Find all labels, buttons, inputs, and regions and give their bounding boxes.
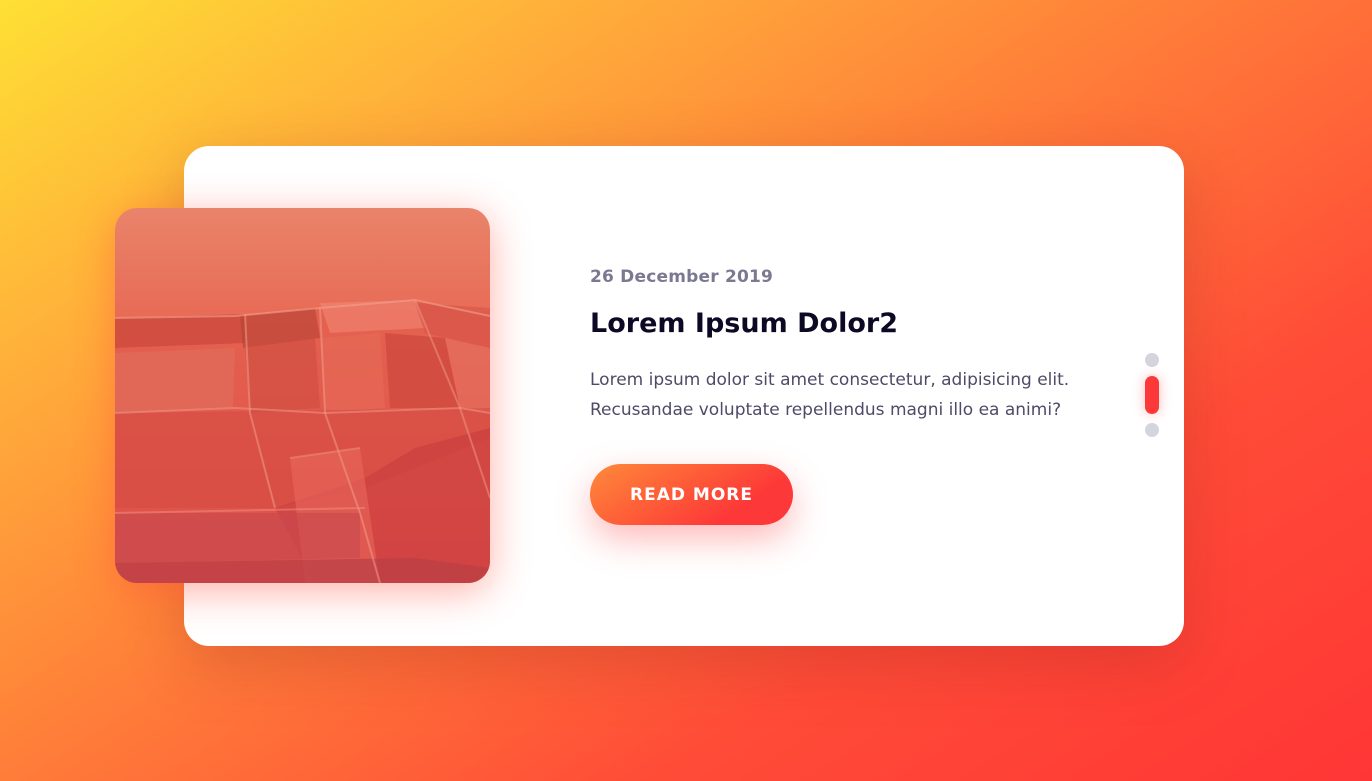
- post-image: [115, 208, 490, 583]
- post-text: Lorem ipsum dolor sit amet consectetur, …: [590, 370, 1070, 420]
- slider-pagination: [1145, 353, 1159, 446]
- post-content: 26 December 2019 Lorem Ipsum Dolor2 Lore…: [590, 264, 1130, 425]
- read-more-button[interactable]: READ MORE: [590, 464, 793, 525]
- pagination-dot-3[interactable]: [1145, 423, 1159, 437]
- building-image: [115, 298, 490, 583]
- post-title: Lorem Ipsum Dolor2: [590, 308, 898, 339]
- pagination-dot-1[interactable]: [1145, 353, 1159, 367]
- post-date: 26 December 2019: [590, 267, 774, 287]
- pagination-dot-2-active[interactable]: [1145, 376, 1159, 414]
